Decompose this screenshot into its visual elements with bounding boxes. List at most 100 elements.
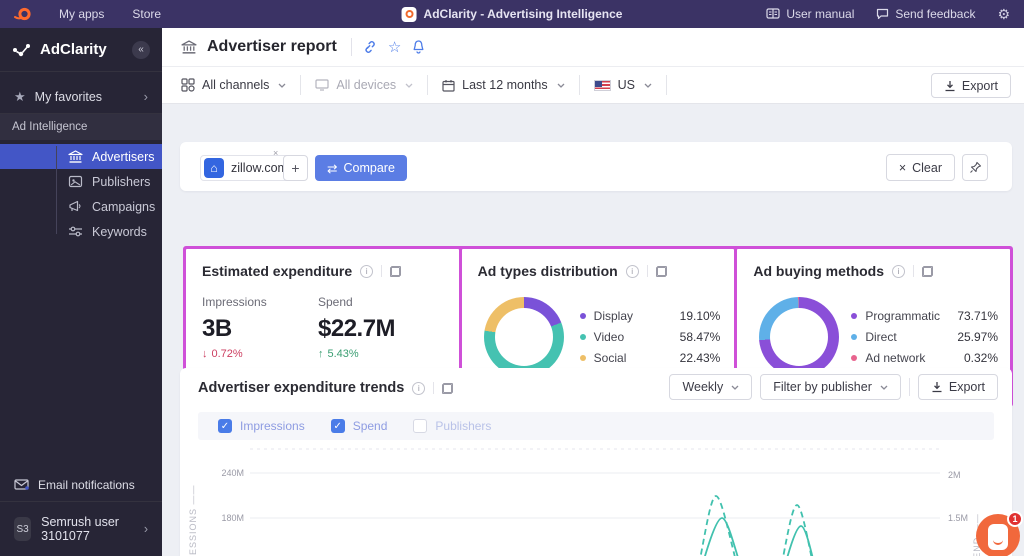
filter-bar: All channels All devices Last 12 months … xyxy=(162,66,1024,104)
settings-gear-icon[interactable]: ⚙ xyxy=(997,6,1010,23)
compare-bar: ⌂ zillow.com × + ⇄ Compare × Clear xyxy=(180,142,1012,191)
sidebar-item-keywords[interactable]: Keywords xyxy=(0,219,162,244)
compare-button[interactable]: ⇄ Compare xyxy=(315,155,407,181)
user-manual-link[interactable]: User manual xyxy=(766,7,854,21)
feedback-bubble-icon xyxy=(877,8,889,20)
brand-name: AdClarity xyxy=(40,41,107,58)
filter-date-range[interactable]: Last 12 months xyxy=(442,78,578,92)
export-button[interactable]: Export xyxy=(930,73,1011,98)
chevron-down-icon xyxy=(644,83,652,88)
info-icon[interactable]: i xyxy=(360,264,374,278)
filter-all-channels[interactable]: All channels xyxy=(181,78,300,92)
ad-types-donut-chart[interactable] xyxy=(483,297,564,377)
ad-buying-legend: Programmatic 73.71% Direct 25.97% Ad netwo… xyxy=(851,309,998,365)
checkbox-checked-icon: ✓ xyxy=(218,419,232,433)
spend-value: $22.7M xyxy=(318,315,396,342)
adclarity-app-icon xyxy=(401,6,417,22)
impressions-value: 3B xyxy=(202,315,232,342)
app-title: AdClarity - Advertising Intelligence xyxy=(423,7,623,21)
topbar-my-apps[interactable]: My apps xyxy=(59,7,104,21)
divider xyxy=(578,75,580,95)
copy-icon[interactable] xyxy=(655,265,667,277)
publisher-screen-icon xyxy=(68,175,83,188)
filter-all-devices[interactable]: All devices xyxy=(315,78,427,92)
close-icon: × xyxy=(898,160,907,175)
clear-button[interactable]: × Clear xyxy=(885,154,955,181)
copy-link-icon[interactable] xyxy=(362,39,378,55)
arrow-down-icon: ↓ xyxy=(202,348,208,360)
spend-solid-peak-1 xyxy=(704,517,739,556)
ad-buying-donut-chart[interactable] xyxy=(759,297,840,377)
pin-button[interactable] xyxy=(962,154,988,181)
remove-domain-icon[interactable]: × xyxy=(273,148,278,158)
favorite-star-icon[interactable]: ☆ xyxy=(388,38,401,56)
chat-face-icon xyxy=(988,524,1008,550)
legend-dot-icon xyxy=(851,355,858,361)
trends-export-button[interactable]: Export xyxy=(917,374,998,400)
toggle-publishers[interactable]: Publishers xyxy=(413,419,491,433)
envelope-icon xyxy=(14,479,29,490)
support-chat-button[interactable]: 1 xyxy=(976,511,1023,556)
send-feedback-link[interactable]: Send feedback xyxy=(876,7,975,21)
channels-grid-icon xyxy=(181,78,195,92)
content-area: ⌂ zillow.com × + ⇄ Compare × Clear Estim… xyxy=(162,104,1024,556)
sliders-icon xyxy=(69,226,82,237)
semrush-logo-icon[interactable] xyxy=(14,6,31,22)
sidebar-collapse-button[interactable]: « xyxy=(132,40,150,59)
sidebar-section-label: Ad Intelligence xyxy=(0,114,162,140)
trends-line-chart[interactable]: 240M 180M 120M 2M 1.5M 1M IMPRESSIONS ——… xyxy=(180,443,1012,556)
expenditure-trends-card: Advertiser expenditure trends i Weekly F… xyxy=(180,368,1012,556)
chevron-down-icon xyxy=(405,83,413,88)
download-icon xyxy=(945,80,955,91)
sidebar-item-publishers[interactable]: Publishers xyxy=(0,169,162,194)
star-icon: ★ xyxy=(14,88,26,104)
filter-country[interactable]: US xyxy=(593,78,666,92)
domain-label: zillow.com xyxy=(231,161,288,175)
chevron-down-icon xyxy=(880,385,888,390)
topbar-store[interactable]: Store xyxy=(132,7,161,21)
copy-icon[interactable] xyxy=(922,265,934,277)
sidebar-email-notifications[interactable]: Email notifications xyxy=(0,468,162,502)
app-title-bar: AdClarity - Advertising Intelligence xyxy=(401,6,623,22)
us-flag-icon xyxy=(593,79,611,91)
toggle-impressions[interactable]: ✓ Impressions xyxy=(218,419,305,433)
legend-dot-icon xyxy=(579,334,586,340)
sidebar: AdClarity « ★ My favorites › Ad Intellig… xyxy=(0,28,162,556)
legend-dot-icon xyxy=(851,313,858,319)
legend-item: Display 19.10% xyxy=(579,309,720,323)
copy-icon[interactable] xyxy=(442,382,454,394)
info-icon[interactable]: i xyxy=(625,264,639,278)
info-icon[interactable]: i xyxy=(892,264,906,278)
compare-arrows-icon: ⇄ xyxy=(327,161,338,176)
notifications-bell-icon[interactable] xyxy=(411,39,426,55)
copy-icon[interactable] xyxy=(390,265,402,277)
divider xyxy=(427,75,429,95)
legend-item: Social 22.43% xyxy=(579,351,720,365)
adclarity-brand-icon xyxy=(12,42,32,58)
sidebar-item-my-favorites[interactable]: ★ My favorites › xyxy=(0,80,162,114)
divider xyxy=(300,75,302,95)
chevron-down-icon xyxy=(731,385,739,390)
sidebar-item-advertisers[interactable]: Advertisers xyxy=(0,144,162,169)
chevron-right-icon: › xyxy=(143,522,148,536)
info-icon[interactable]: i xyxy=(412,381,426,395)
sidebar-item-campaigns[interactable]: Campaigns xyxy=(0,194,162,219)
card-title: Ad types distribution xyxy=(477,263,618,279)
toggle-spend[interactable]: ✓ Spend xyxy=(330,419,387,433)
avatar: S3 xyxy=(14,517,32,541)
arrow-up-icon: ↑ xyxy=(318,348,324,360)
right-tick: 1.5M xyxy=(948,513,968,523)
left-tick: 180M xyxy=(221,513,244,523)
add-competitor-button[interactable]: + xyxy=(283,155,308,181)
interval-select[interactable]: Weekly xyxy=(669,374,753,400)
legend-dot-icon xyxy=(579,313,586,319)
filter-by-publisher-select[interactable]: Filter by publisher xyxy=(760,374,901,400)
divider xyxy=(350,38,352,56)
divider xyxy=(908,378,910,396)
megaphone-icon xyxy=(69,200,81,212)
ad-types-legend: Display 19.10% Video 58.47% Social 22.43% xyxy=(579,309,720,365)
sidebar-user-account[interactable]: S3 Semrush user 3101077 › xyxy=(0,502,162,556)
download-icon xyxy=(932,382,942,393)
book-icon xyxy=(766,8,780,19)
page-title: Advertiser report xyxy=(207,38,337,55)
